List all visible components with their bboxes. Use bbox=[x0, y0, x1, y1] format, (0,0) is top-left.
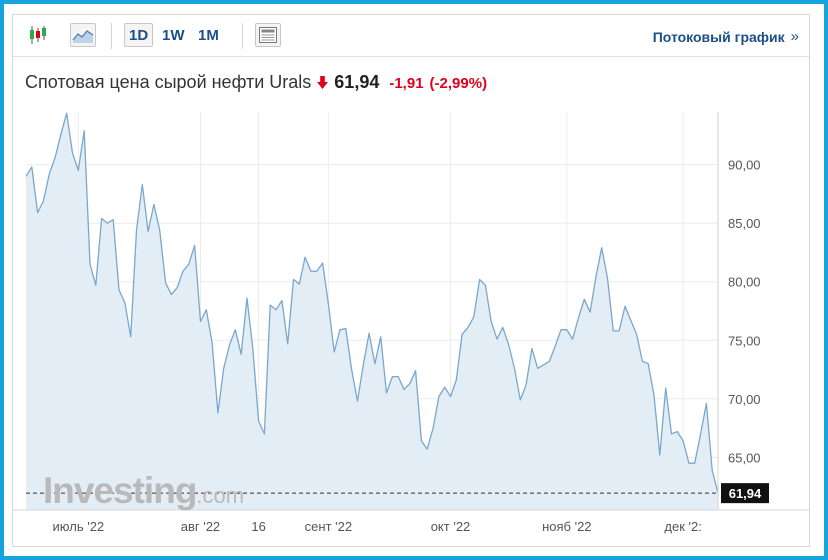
chevron-right-icon: » bbox=[790, 28, 799, 45]
instrument-title: Спотовая цена сырой нефти Urals bbox=[25, 72, 312, 92]
logo-domain: .com bbox=[196, 483, 245, 508]
timeframe-1m-button[interactable]: 1M bbox=[194, 23, 223, 47]
quote-header: Спотовая цена сырой нефти Urals 61,94 -1… bbox=[25, 72, 487, 93]
down-arrow-icon bbox=[317, 75, 329, 91]
price-change-percent: (-2,99%) bbox=[429, 75, 488, 92]
streaming-chart-link[interactable]: Потоковый график » bbox=[653, 28, 799, 45]
toolbar-separator bbox=[242, 23, 243, 49]
area-chart-icon[interactable] bbox=[70, 23, 96, 47]
chart-widget: 1D 1W 1M Потоковый график » Спотовая цен… bbox=[12, 14, 810, 547]
chart-toolbar: 1D 1W 1M Потоковый график » bbox=[13, 15, 809, 57]
timeframe-1d-button[interactable]: 1D bbox=[124, 23, 154, 47]
investing-logo: Investing.com bbox=[43, 472, 244, 509]
price-change: -1,91 bbox=[389, 75, 424, 92]
news-icon[interactable] bbox=[255, 23, 281, 47]
last-price: 61,94 bbox=[334, 72, 380, 92]
toolbar-separator bbox=[111, 23, 112, 49]
timeframe-1w-button[interactable]: 1W bbox=[158, 23, 189, 47]
logo-brand: Investing bbox=[43, 470, 197, 511]
candlestick-icon[interactable] bbox=[25, 23, 51, 47]
streaming-chart-label: Потоковый график bbox=[652, 28, 785, 45]
